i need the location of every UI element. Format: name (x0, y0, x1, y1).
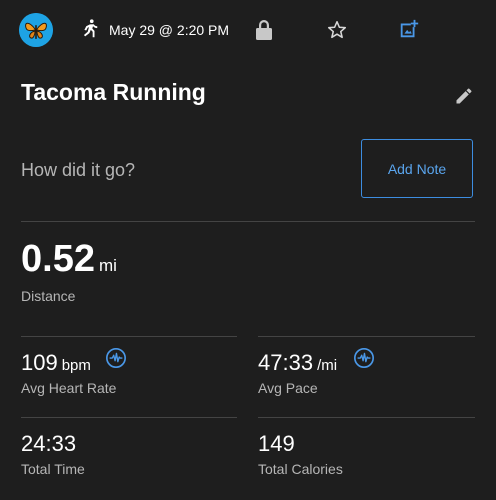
star-icon[interactable] (326, 19, 348, 41)
top-bar: May 29 @ 2:20 PM (0, 0, 496, 62)
pace-label: Avg Pace (258, 380, 318, 396)
heart-rate-label: Avg Heart Rate (21, 380, 117, 396)
activity-date: May 29 @ 2:20 PM (109, 22, 230, 38)
distance-unit: mi (98, 256, 117, 275)
total-calories-label: Total Calories (258, 461, 343, 477)
distance-value-group: 0.52 mi (21, 238, 117, 281)
heart-rate-value: 109 (21, 350, 58, 375)
heart-rate-value-group: 109 bpm (21, 350, 91, 376)
pace-value-group: 47:33/mi (258, 350, 337, 376)
heart-rate-chart-icon[interactable] (105, 347, 127, 369)
running-icon (78, 18, 100, 40)
distance-value: 0.52 (21, 238, 95, 280)
edit-pencil-icon[interactable] (454, 86, 474, 106)
activity-title: Tacoma Running (21, 79, 206, 105)
divider (21, 417, 237, 418)
heart-rate-unit: bpm (61, 357, 91, 374)
distance-label: Distance (21, 288, 76, 304)
divider (258, 336, 475, 337)
pace-unit: /mi (317, 357, 338, 374)
total-calories-value: 149 (258, 431, 295, 456)
divider (21, 336, 237, 337)
divider (21, 221, 475, 222)
total-time-label: Total Time (21, 461, 85, 477)
note-prompt: How did it go? (21, 160, 136, 180)
total-time-value: 24:33 (21, 431, 77, 456)
pace-chart-icon[interactable] (353, 347, 375, 369)
lock-icon[interactable] (255, 19, 273, 41)
add-photo-icon[interactable] (398, 18, 420, 40)
divider (258, 417, 475, 418)
add-note-button[interactable]: Add Note (361, 139, 473, 198)
butterfly-avatar[interactable] (19, 13, 53, 47)
pace-value: 47:33 (258, 350, 314, 375)
